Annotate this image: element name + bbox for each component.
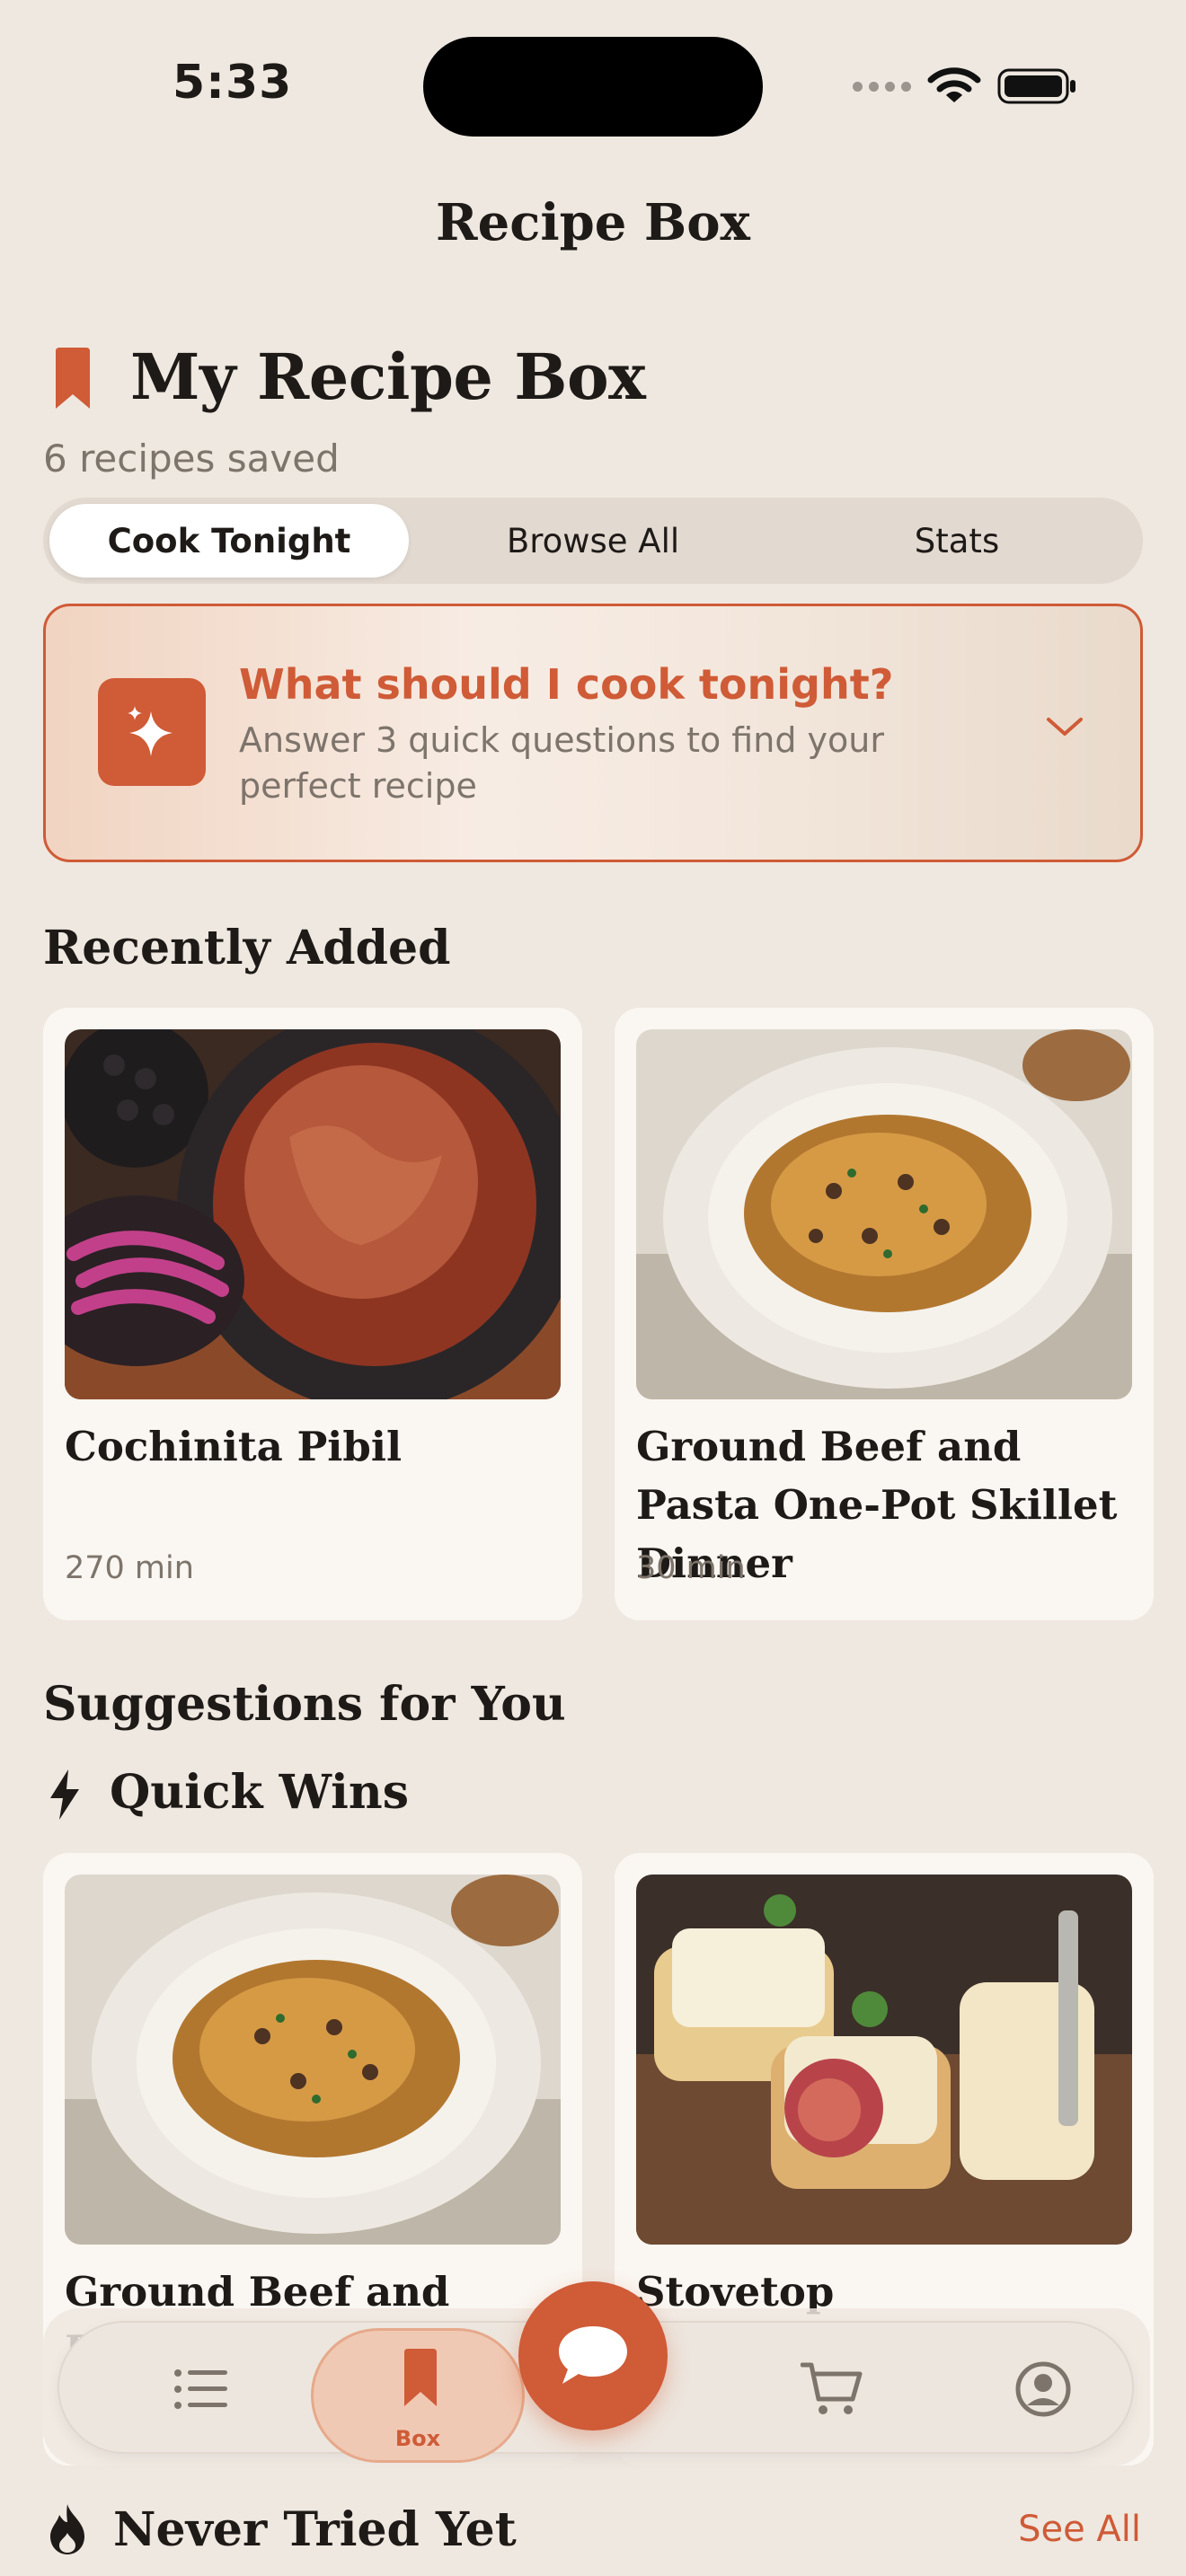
profile-icon	[1015, 2361, 1071, 2417]
flame-icon	[50, 2504, 84, 2554]
recipe-name: Cochinita Pibil	[65, 1423, 403, 1470]
tab-browse-all[interactable]: Browse All	[413, 504, 773, 578]
chat-bubble-icon	[559, 2326, 627, 2384]
segmented-control: Cook Tonight Browse All Stats	[43, 498, 1143, 584]
status-icons	[853, 66, 1078, 106]
recipe-count: 6 recipes saved	[43, 437, 340, 481]
recipe-image	[636, 1029, 1132, 1399]
recipe-time: 270 min	[65, 1550, 194, 1586]
tab-stats[interactable]: Stats	[777, 504, 1137, 578]
section-title-never-tried: Never Tried Yet	[113, 2502, 517, 2557]
tab-box-label: Box	[394, 2426, 441, 2451]
tab-cook-tonight[interactable]: Cook Tonight	[49, 504, 409, 578]
prompt-title: What should I cook tonight?	[239, 660, 894, 709]
tab-profile[interactable]	[998, 2342, 1088, 2436]
section-title-recently-added: Recently Added	[43, 921, 451, 975]
page-title: My Recipe Box	[130, 340, 646, 414]
nav-title: Recipe Box	[436, 193, 750, 252]
prompt-subtitle: Answer 3 quick questions to find your pe…	[239, 720, 884, 806]
tab-cart[interactable]	[787, 2342, 877, 2436]
tab-list[interactable]	[156, 2342, 246, 2436]
cellular-signal-icon	[853, 81, 911, 92]
lightning-icon	[50, 1769, 79, 1820]
recipe-card[interactable]: Cochinita Pibil 270 min	[43, 1008, 582, 1620]
recipe-image	[65, 1875, 561, 2245]
tab-box[interactable]: Box	[311, 2328, 525, 2463]
section-title-quick-wins: Quick Wins	[110, 1765, 409, 1820]
recipe-image	[65, 1029, 561, 1399]
battery-icon	[997, 68, 1075, 104]
chat-button[interactable]	[518, 2281, 668, 2430]
chevron-down-icon[interactable]	[1043, 712, 1086, 741]
section-title-suggestions: Suggestions for You	[43, 1677, 566, 1732]
wifi-icon	[927, 67, 981, 102]
recipe-card[interactable]: Ground Beef and Pasta One-Pot Skillet Di…	[615, 1008, 1154, 1620]
status-time: 5:33	[173, 56, 293, 110]
recipe-image	[636, 1875, 1132, 2245]
bookmark-icon	[404, 2349, 437, 2406]
sparkles-icon	[98, 678, 206, 786]
list-icon	[174, 2369, 227, 2409]
cart-icon	[801, 2362, 863, 2414]
bookmark-icon	[56, 348, 90, 409]
recipe-time: 30 min	[636, 1550, 746, 1586]
cook-tonight-prompt[interactable]: What should I cook tonight? Answer 3 qui…	[43, 604, 1143, 862]
dynamic-island	[423, 37, 763, 137]
see-all-link[interactable]: See All	[1018, 2509, 1141, 2550]
